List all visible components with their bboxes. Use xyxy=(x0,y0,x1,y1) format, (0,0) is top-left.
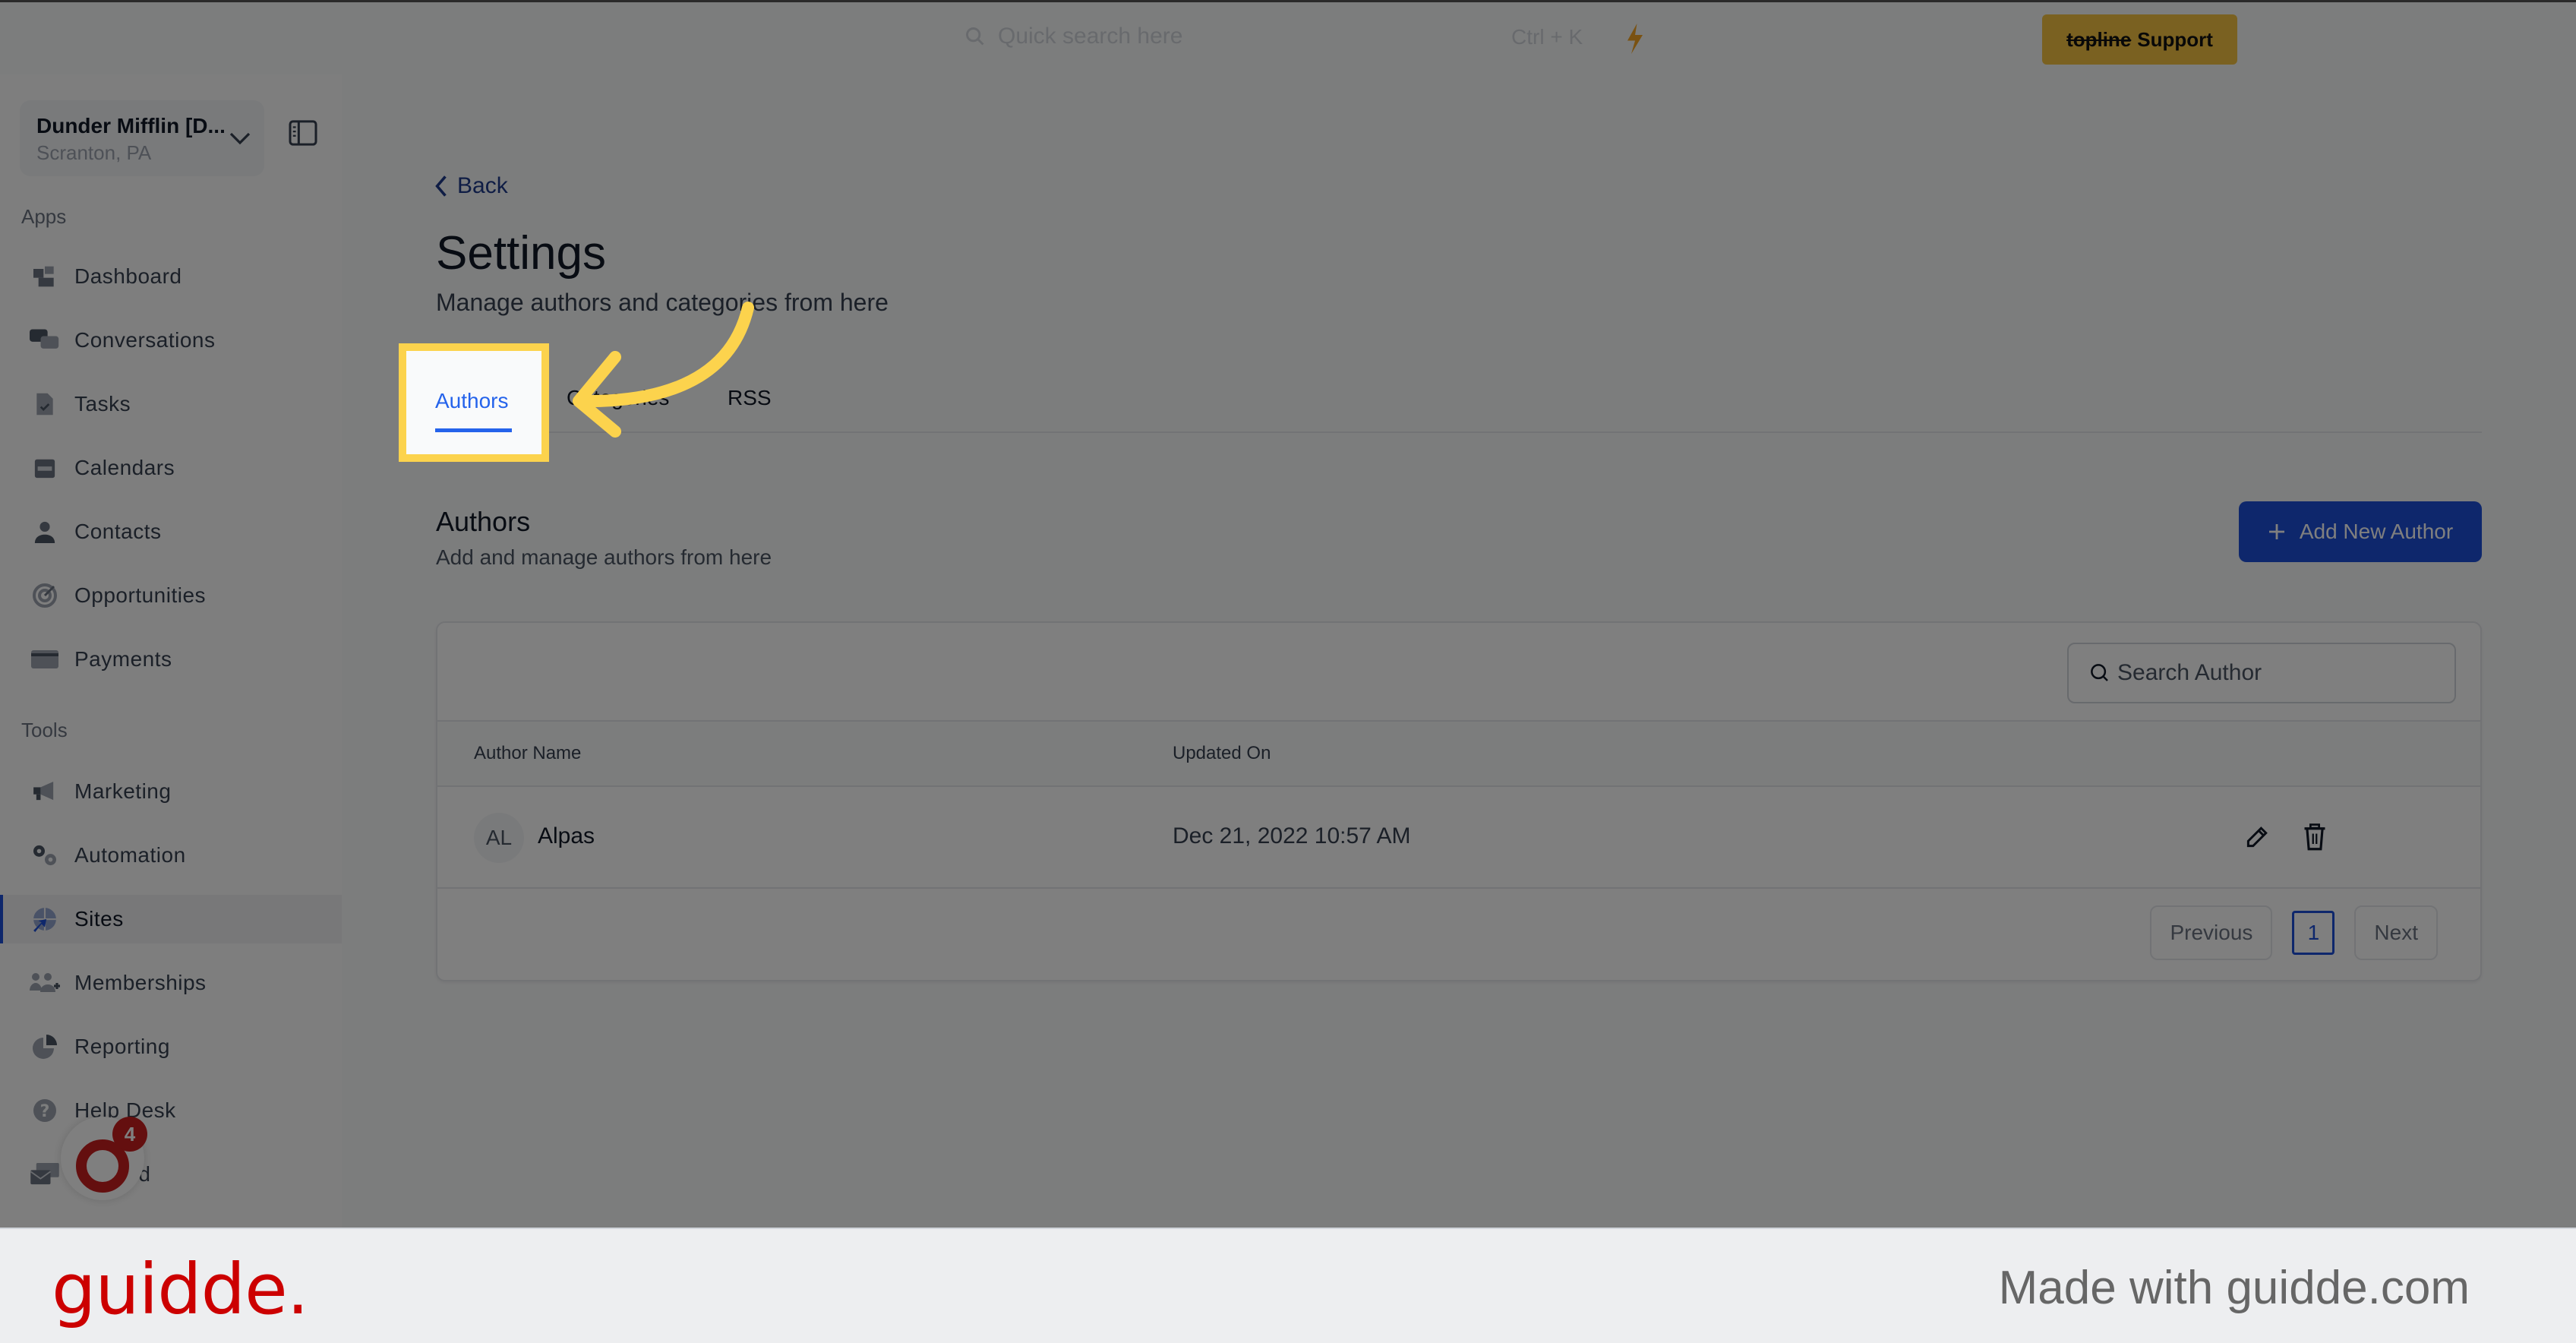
contact-icon xyxy=(29,517,61,546)
back-link[interactable]: Back xyxy=(434,173,508,199)
section-title: Authors xyxy=(436,506,531,537)
target-icon xyxy=(29,581,61,610)
sidebar-item-opportunities[interactable]: Opportunities xyxy=(0,571,342,620)
dashboard-icon xyxy=(29,262,61,291)
sidebar-item-sites[interactable]: Sites xyxy=(0,895,342,943)
top-bar: Quick search here Ctrl + K topline Suppo… xyxy=(0,0,2576,74)
account-name: Dunder Mifflin [D... xyxy=(36,114,226,137)
highlight-frame xyxy=(399,343,549,462)
search-icon xyxy=(966,27,984,46)
chevron-down-icon xyxy=(229,132,251,145)
lightning-icon[interactable] xyxy=(1625,24,1645,54)
svg-text:?: ? xyxy=(40,1102,50,1121)
previous-page-button[interactable]: Previous xyxy=(2150,905,2273,960)
sidebar-item-tasks[interactable]: Tasks xyxy=(0,380,342,428)
sidebar: Dunder Mifflin [D... Scranton, PA Apps D… xyxy=(0,74,342,1228)
search-icon xyxy=(2091,664,2108,681)
sidebar-item-help-desk[interactable]: ? Help Desk xyxy=(0,1086,342,1135)
tools-section-label: Tools xyxy=(21,719,68,741)
page-number-button[interactable]: 1 xyxy=(2292,911,2335,955)
support-label: Support xyxy=(2137,27,2213,51)
megaphone-icon xyxy=(29,777,61,806)
column-updated-on: Updated On xyxy=(1173,743,1271,763)
globe-icon xyxy=(29,905,61,934)
quick-search[interactable]: Quick search here xyxy=(964,24,1182,49)
gears-icon xyxy=(29,841,61,870)
made-with-guidde: Made with guidde.com xyxy=(1998,1262,2470,1314)
search-author-input[interactable] xyxy=(2117,660,2436,686)
users-plus-icon xyxy=(29,969,61,997)
guidde-logo: guidde. xyxy=(52,1249,309,1330)
chevron-left-icon xyxy=(435,175,447,197)
edit-icon[interactable] xyxy=(2243,825,2269,851)
calendar-icon xyxy=(29,453,61,482)
tasks-icon xyxy=(29,390,61,419)
table-header: Author Name Updated On xyxy=(437,720,2480,787)
pie-chart-icon xyxy=(29,1032,61,1061)
sidebar-item-memberships[interactable]: Memberships xyxy=(0,959,342,1007)
help-icon: ? xyxy=(29,1096,61,1125)
back-label: Back xyxy=(457,173,508,198)
section-subtitle: Add and manage authors from here xyxy=(436,545,772,569)
author-name: Alpas xyxy=(538,823,595,848)
shortcut-hint: Ctrl + K xyxy=(1511,25,1583,49)
sidebar-item-reporting[interactable]: Reporting xyxy=(0,1022,342,1071)
account-switcher[interactable]: Dunder Mifflin [D... Scranton, PA xyxy=(20,100,264,176)
delete-icon[interactable] xyxy=(2303,823,2327,851)
support-button[interactable]: topline Support xyxy=(2042,14,2237,65)
sidebar-collapse-icon[interactable] xyxy=(289,120,317,146)
mailfold-icon xyxy=(29,1160,61,1189)
avatar: AL xyxy=(474,813,524,863)
sidebar-item-contacts[interactable]: Contacts xyxy=(0,507,342,556)
sidebar-item-mailfold[interactable]: Mailfold xyxy=(0,1150,342,1199)
credit-card-icon xyxy=(29,645,61,674)
next-page-button[interactable]: Next xyxy=(2354,905,2438,960)
quick-search-placeholder: Quick search here xyxy=(998,24,1183,49)
sidebar-item-dashboard[interactable]: Dashboard xyxy=(0,252,342,301)
plus-icon xyxy=(2268,524,2284,539)
apps-section-label: Apps xyxy=(21,205,67,228)
updated-on: Dec 21, 2022 10:57 AM xyxy=(1173,823,1411,848)
sidebar-item-payments[interactable]: Payments xyxy=(0,635,342,684)
app-window: Quick search here Ctrl + K topline Suppo… xyxy=(0,0,2576,1228)
authors-table-card: Author Name Updated On AL Alpas Dec 21, … xyxy=(436,621,2482,981)
add-new-author-label: Add New Author xyxy=(2299,520,2454,543)
table-row: AL Alpas Dec 21, 2022 10:57 AM xyxy=(437,787,2480,889)
sidebar-item-automation[interactable]: Automation xyxy=(0,831,342,880)
pagination: Previous 1 Next xyxy=(2150,905,2438,960)
sidebar-item-marketing[interactable]: Marketing xyxy=(0,767,342,816)
conversations-icon xyxy=(29,326,61,355)
main-content: Back Settings Manage authors and categor… xyxy=(342,74,2576,1228)
search-author-field[interactable] xyxy=(2067,643,2456,703)
page-title: Settings xyxy=(436,227,607,280)
annotation-arrow-icon xyxy=(573,302,754,438)
support-brand: topline xyxy=(2066,27,2132,51)
column-author-name: Author Name xyxy=(474,743,582,763)
add-new-author-button[interactable]: Add New Author xyxy=(2239,501,2482,562)
sidebar-item-conversations[interactable]: Conversations xyxy=(0,316,342,365)
guidde-footer: guidde. Made with guidde.com xyxy=(0,1228,2576,1343)
sidebar-item-calendars[interactable]: Calendars xyxy=(0,444,342,492)
account-location: Scranton, PA xyxy=(36,141,152,164)
notification-badge: 4 xyxy=(112,1117,147,1152)
